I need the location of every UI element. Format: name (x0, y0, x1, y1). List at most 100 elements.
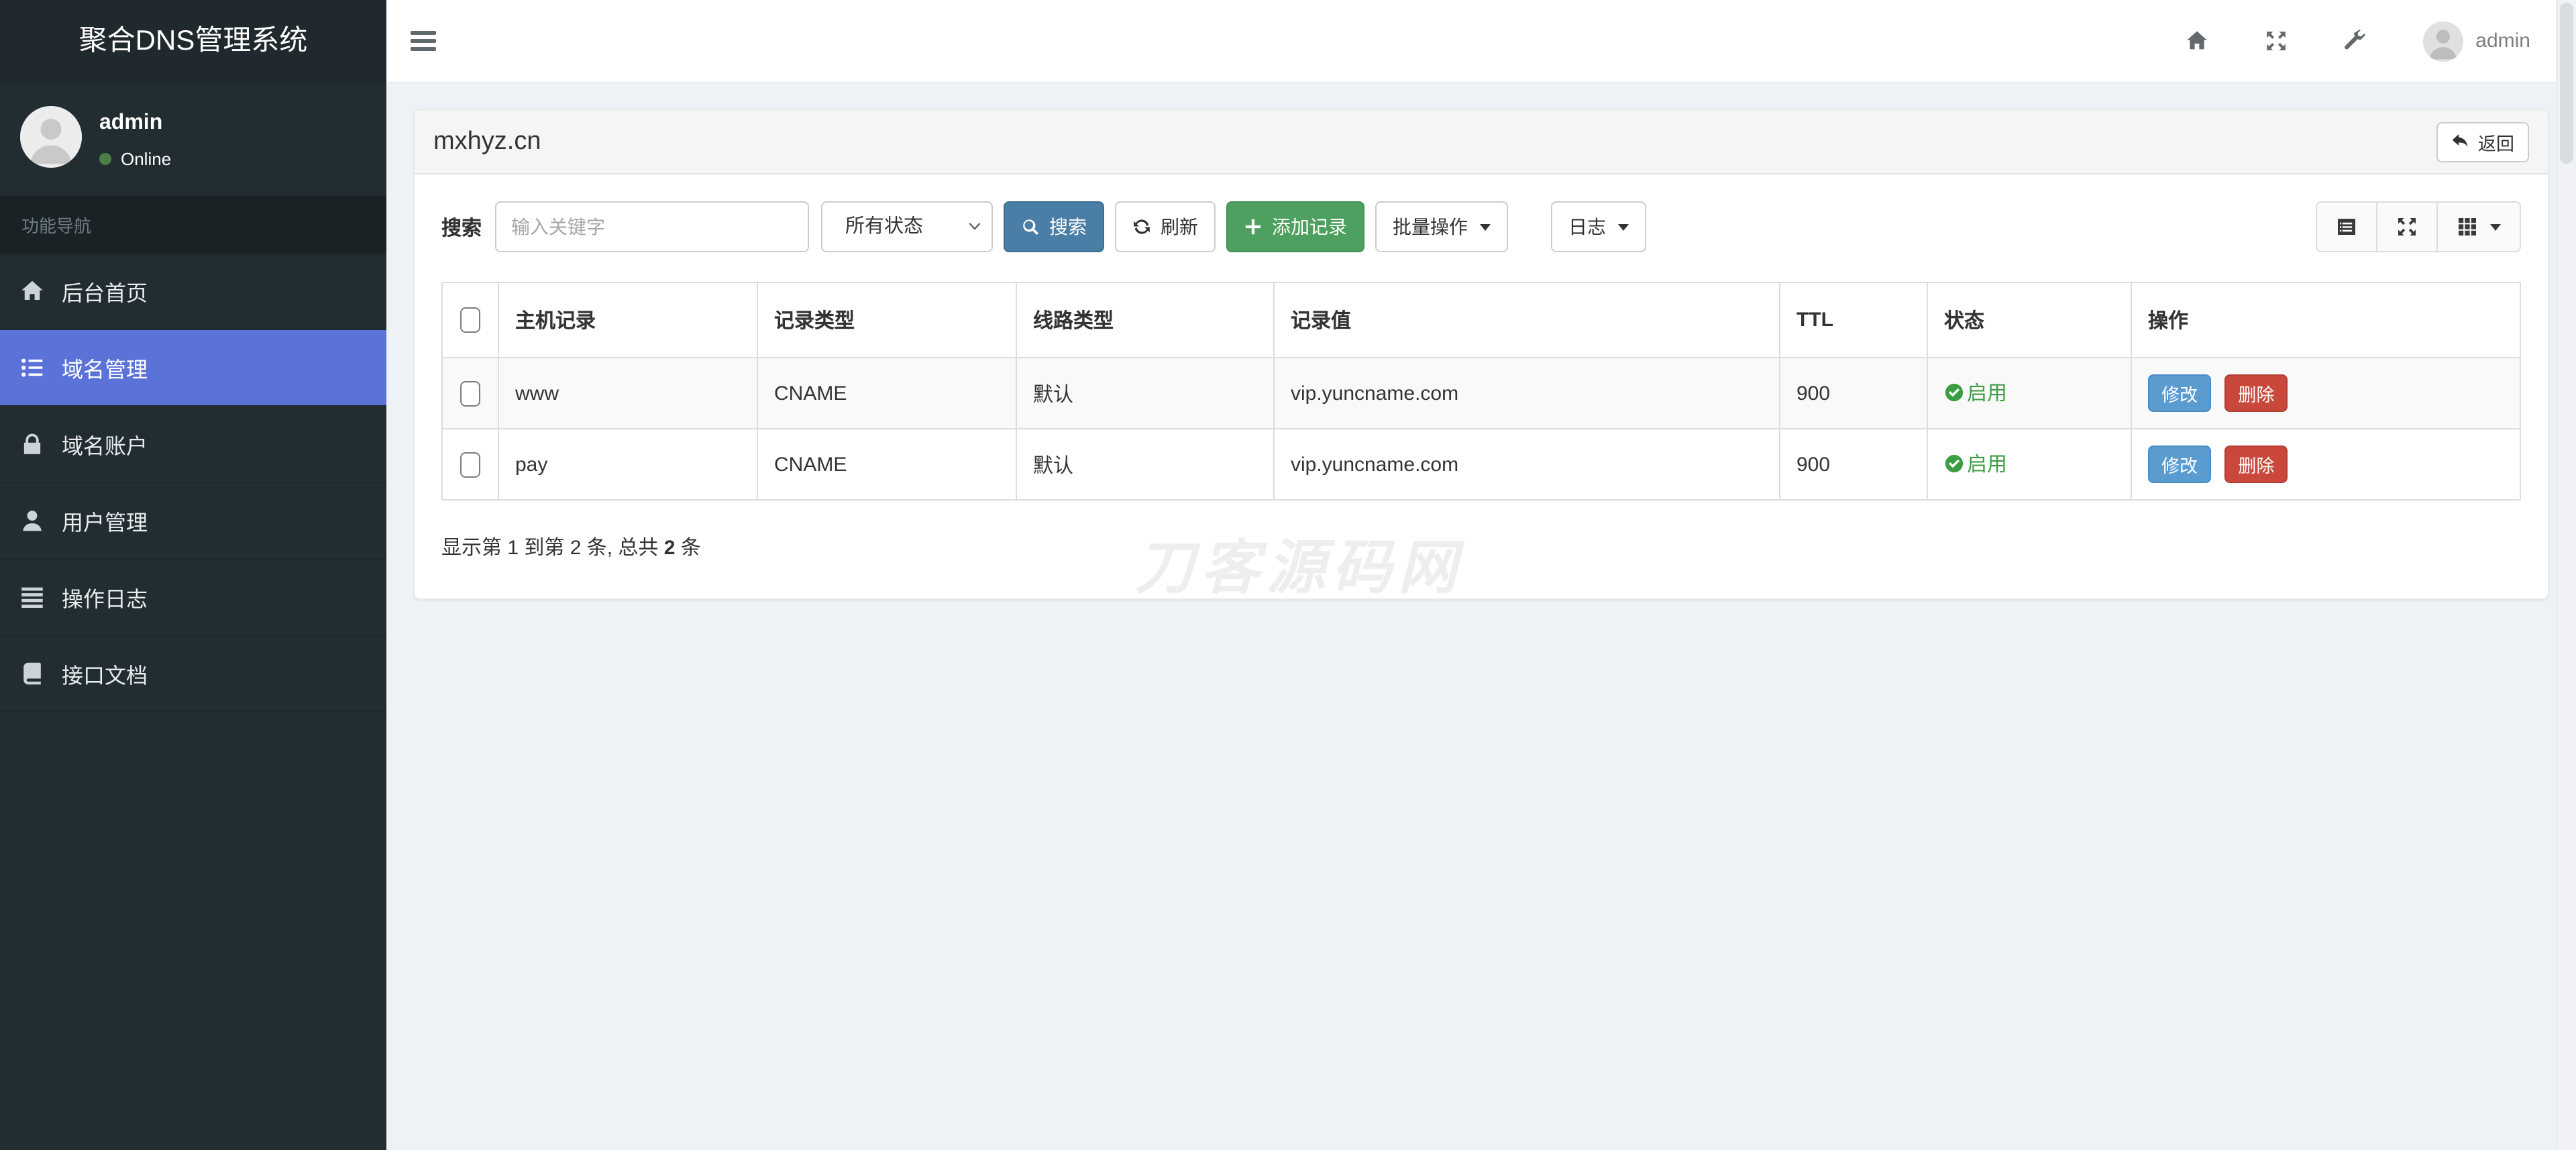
list-ul-icon (20, 356, 44, 380)
table-row: www CNAME 默认 vip.yuncname.com 900 启用 修改 … (441, 357, 2521, 429)
check-circle-icon (1944, 382, 1964, 403)
sidebar-user-panel: admin Online (0, 83, 386, 196)
refresh-button[interactable]: 刷新 (1115, 201, 1216, 252)
select-all-checkbox-cell (441, 282, 499, 358)
list-alt-icon (2336, 216, 2357, 238)
cell-actions: 修改 删除 (2131, 428, 2521, 501)
table-view-controls (2316, 201, 2521, 252)
navbar-avatar (2423, 21, 2464, 61)
column-header: 操作 (2131, 282, 2521, 358)
add-record-button[interactable]: 添加记录 (1226, 201, 1365, 252)
domain-records-panel: mxhyz.cn 返回 搜索 所有状态 (413, 109, 2549, 601)
caret-down-icon (2490, 223, 2501, 230)
fullscreen-icon[interactable] (2265, 30, 2288, 52)
column-header: 记录值 (1273, 282, 1780, 358)
cell-status: 启用 (1927, 357, 2132, 429)
cell-record-value: vip.yuncname.com (1273, 428, 1780, 501)
records-table: 主机记录 记录类型 线路类型 记录值 TTL 状态 操作 www CNAME 默认 vip.… (441, 282, 2521, 501)
column-header: 记录类型 (757, 282, 1017, 358)
edit-button[interactable]: 修改 (2148, 446, 2211, 483)
online-status-dot (99, 153, 111, 165)
sidebar-nav: 后台首页 域名管理 域名账户 用户管理 操作日志 接口文档 (0, 254, 386, 713)
search-label: 搜索 (441, 217, 482, 240)
cell-record-type: CNAME (757, 357, 1017, 429)
column-header: 状态 (1927, 282, 2132, 358)
cell-record-type: CNAME (757, 428, 1017, 501)
th-list-icon (20, 585, 44, 609)
panel-body: 搜索 所有状态 搜索 (415, 174, 2548, 601)
grid-icon (2457, 216, 2478, 238)
delete-button[interactable]: 删除 (2224, 446, 2288, 483)
sidebar-item-后台首页: 后台首页 (0, 254, 386, 330)
table-row: pay CNAME 默认 vip.yuncname.com 900 启用 修改 … (441, 428, 2521, 501)
cell-line-type: 默认 (1016, 357, 1275, 429)
user-menu[interactable]: admin (2423, 21, 2530, 61)
navbar-user-name: admin (2475, 30, 2530, 52)
check-circle-icon (1944, 454, 1964, 474)
table-fullscreen-button[interactable] (2376, 201, 2438, 252)
back-button[interactable]: 返回 (2436, 121, 2529, 162)
lock-icon (20, 432, 44, 456)
column-header: 主机记录 (498, 282, 758, 358)
navbar-right: admin (2186, 21, 2530, 61)
log-dropdown[interactable]: 日志 (1551, 201, 1647, 252)
sidebar: 聚合DNS管理系统 admin Online 功能导航 后台首页 域名管理 域名… (0, 0, 386, 1150)
status-filter: 所有状态 (821, 201, 994, 252)
app-logo[interactable]: 聚合DNS管理系统 (0, 0, 386, 83)
search-input[interactable] (495, 201, 810, 252)
caret-down-icon (1480, 223, 1491, 230)
user-avatar (20, 106, 82, 168)
toolbar: 搜索 所有状态 搜索 (441, 201, 2521, 252)
column-header: 线路类型 (1016, 282, 1275, 358)
wrench-icon[interactable] (2344, 30, 2367, 52)
bulk-actions-dropdown[interactable]: 批量操作 (1375, 201, 1509, 252)
scrollbar[interactable] (2556, 0, 2576, 1150)
top-navbar: admin (386, 0, 2576, 83)
cell-actions: 修改 删除 (2131, 357, 2521, 429)
cell-host: pay (498, 428, 758, 501)
sidebar-item-域名账户: 域名账户 (0, 407, 386, 483)
columns-dropdown-button[interactable] (2436, 201, 2521, 252)
cell-line-type: 默认 (1016, 428, 1275, 501)
book-icon (20, 662, 44, 686)
sidebar-user-status[interactable]: Online (99, 149, 171, 169)
home-icon (20, 279, 44, 303)
cell-status: 启用 (1927, 428, 2132, 501)
sidebar-toggle-icon[interactable] (411, 31, 436, 51)
edit-button[interactable]: 修改 (2148, 374, 2211, 412)
main-area: admin mxhyz.cn 返回 搜索 输入关键字 所有状态 搜索 刷新 添加… (386, 0, 2576, 1150)
expand-icon (2396, 216, 2418, 238)
sidebar-user-name: admin (99, 111, 163, 134)
reply-icon (2451, 133, 2469, 150)
row-checkbox[interactable] (460, 452, 480, 477)
caret-down-icon (1618, 223, 1629, 230)
plus-icon (1244, 217, 1263, 236)
status-filter-select[interactable]: 所有状态 (821, 201, 994, 252)
page-title: mxhyz.cn (433, 127, 541, 155)
home-icon[interactable] (2186, 30, 2208, 52)
scrollbar-thumb[interactable] (2560, 3, 2573, 164)
pagination-info: 显示第 1 到第 2 条, 总共 2 条 (441, 537, 701, 560)
user-icon (20, 509, 44, 533)
sidebar-item-接口文档: 接口文档 (0, 636, 386, 713)
table-header-row: 主机记录 记录类型 线路类型 记录值 TTL 状态 操作 (441, 282, 2521, 358)
column-header: TTL (1779, 282, 1928, 358)
row-checkbox[interactable] (460, 380, 480, 406)
sidebar-section-label: 功能导航 (0, 196, 386, 254)
sidebar-item-域名管理: 域名管理 (0, 330, 386, 407)
sidebar-item-用户管理: 用户管理 (0, 483, 386, 560)
delete-button[interactable]: 删除 (2224, 374, 2288, 412)
refresh-icon (1132, 217, 1151, 236)
search-button[interactable]: 搜索 (1004, 201, 1105, 252)
sidebar-user-status-label: Online (121, 149, 172, 169)
app-root: 聚合DNS管理系统 admin Online 功能导航 后台首页 域名管理 域名… (0, 0, 2576, 1150)
cell-record-value: vip.yuncname.com (1273, 357, 1780, 429)
cell-ttl: 900 (1779, 428, 1928, 501)
cell-host: www (498, 357, 758, 429)
content-area: mxhyz.cn 返回 搜索 所有状态 (386, 83, 2576, 1150)
search-icon (1021, 217, 1040, 236)
select-all-checkbox[interactable] (460, 307, 480, 333)
detail-view-button[interactable] (2316, 201, 2377, 252)
cell-ttl: 900 (1779, 357, 1928, 429)
sidebar-item-操作日志: 操作日志 (0, 560, 386, 636)
